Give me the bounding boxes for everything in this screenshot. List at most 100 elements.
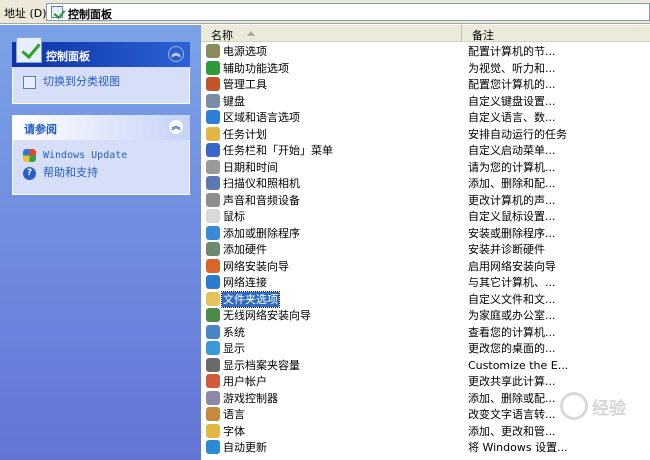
globe-icon: [206, 110, 220, 124]
list-item[interactable]: 电源选项 配置计算机的节...: [201, 43, 650, 60]
list-item[interactable]: 键盘 自定义键盘设置...: [201, 93, 650, 110]
item-comment: 将 Windows 设置...: [468, 441, 568, 454]
item-comment: 自定义鼠标设置...: [468, 210, 556, 223]
item-name: 扫描仪和照相机: [223, 177, 300, 190]
item-comment: 配置计算机的节...: [468, 45, 556, 58]
list-item[interactable]: 自动更新 将 Windows 设置...: [201, 439, 650, 456]
item-comment: 更改计算机的声...: [468, 193, 556, 207]
item-comment: 添加、删除和配...: [468, 177, 556, 190]
control-panel-body: 切换到分类视图: [12, 67, 190, 104]
fonts-icon: [206, 423, 220, 438]
item-name: 显示: [223, 342, 245, 355]
windows-update-link[interactable]: Windows Update: [21, 146, 181, 164]
control-panel-box: 控制面板 ︽ 切换到分类视图: [12, 37, 190, 104]
item-comment: 自定义键盘设置...: [468, 94, 556, 108]
folder-options-icon: [206, 291, 220, 306]
list-item[interactable]: 添加硬件 安装并诊断硬件: [201, 241, 650, 258]
watermark: 经验: [560, 388, 640, 428]
list-item[interactable]: 无线网络安装向导 为家庭或办公室...: [201, 307, 650, 324]
list-item[interactable]: 网络连接 与其它计算机、...: [201, 274, 650, 291]
list-item[interactable]: 任务计划 安排自动运行的任务: [201, 126, 650, 143]
admin-tools-icon: [206, 77, 220, 91]
column-name-label: 名称: [211, 29, 233, 42]
item-name: 用户帐户: [223, 375, 267, 388]
accessibility-icon: [206, 60, 220, 75]
windows-logo-icon: [23, 149, 36, 162]
list-item[interactable]: 管理工具 配置您计算机的...: [201, 76, 650, 93]
wireless-icon: [206, 308, 220, 322]
item-comment: 为家庭或办公室...: [468, 309, 556, 322]
item-comment: 启用网络安装向导: [468, 259, 556, 273]
item-name: 自动更新: [223, 441, 267, 454]
task-pane: 控制面板 ︽ 切换到分类视图 请参阅 ︽ Windows Update ? 帮助…: [0, 25, 201, 460]
help-and-support-label: 帮助和支持: [43, 166, 98, 179]
system-icon: [206, 324, 220, 339]
display-icon: [206, 341, 220, 355]
network-icon: [206, 275, 220, 289]
item-name: 字体: [223, 424, 245, 438]
item-comment: 更改您的桌面的...: [468, 342, 556, 355]
list-item[interactable]: 日期和时间 请为您的计算机...: [201, 159, 650, 176]
collapse-chevron-icon[interactable]: ︽: [168, 119, 184, 135]
watermark-text: 经验: [592, 399, 626, 419]
item-comment: 自定义启动菜单...: [468, 144, 556, 157]
see-also-header[interactable]: 请参阅 ︽: [12, 115, 190, 140]
item-comment: 安排自动运行的任务: [468, 127, 567, 141]
list-item[interactable]: 文件夹选项 自定义文件和文...: [201, 290, 650, 308]
item-name: 管理工具: [223, 78, 267, 91]
windows-update-label: Windows Update: [43, 150, 128, 161]
list-item[interactable]: 显示 更改您的桌面的...: [201, 340, 650, 357]
folder-size-icon: [206, 357, 220, 372]
item-comment: 查看您的计算机...: [468, 325, 556, 339]
collapse-chevron-icon[interactable]: ︽: [168, 46, 184, 62]
item-comment: 自定义语言、数...: [468, 111, 556, 124]
list-item[interactable]: 扫描仪和照相机 添加、删除和配...: [201, 175, 650, 192]
address-path: 控制面板: [68, 8, 112, 21]
item-name: 辅助功能选项: [223, 61, 289, 75]
control-panel-title: 控制面板: [46, 50, 90, 63]
help-and-support-link[interactable]: ? 帮助和支持: [21, 164, 181, 182]
item-name: 任务栏和「开始」菜单: [223, 144, 333, 157]
item-comment: 自定义文件和文...: [468, 292, 556, 306]
gamepad-icon: [206, 390, 220, 405]
mouse-icon: [206, 209, 220, 223]
control-panel-header[interactable]: 控制面板 ︽: [12, 37, 190, 67]
list-item[interactable]: 网络安装向导 启用网络安装向导: [201, 258, 650, 275]
switch-to-category-view-link[interactable]: 切换到分类视图: [21, 73, 181, 91]
list-item[interactable]: 系统 查看您的计算机...: [201, 324, 650, 341]
column-header-comment[interactable]: 备注: [462, 25, 650, 42]
watermark-logo-icon: [560, 392, 588, 420]
list-item[interactable]: 添加或删除程序 安装或删除程序...: [201, 225, 650, 242]
list-item[interactable]: 区域和语言选项 自定义语言、数...: [201, 109, 650, 126]
control-panel-icon: [16, 37, 42, 63]
item-name: 键盘: [223, 94, 245, 108]
item-name: 网络连接: [223, 276, 267, 289]
item-name: 显示档案夹容量: [223, 358, 300, 372]
item-name: 网络安装向导: [223, 259, 289, 273]
list-item[interactable]: 声音和音频设备 更改计算机的声...: [201, 192, 650, 209]
item-comment: Customize the E...: [468, 358, 569, 372]
list-item[interactable]: 辅助功能选项 为视觉、听力和...: [201, 60, 650, 77]
list-item[interactable]: 显示档案夹容量 Customize the E...: [201, 357, 650, 374]
help-icon: ?: [23, 167, 36, 180]
item-name: 鼠标: [223, 210, 245, 223]
windows-update-icon: [206, 440, 220, 454]
power-icon: [206, 44, 220, 58]
speaker-icon: [206, 192, 220, 207]
hardware-icon: [206, 242, 220, 256]
see-also-body: Windows Update ? 帮助和支持: [12, 140, 190, 195]
add-remove-icon: [206, 225, 220, 240]
item-comment: 安装或删除程序...: [468, 226, 556, 240]
item-name: 日期和时间: [223, 160, 278, 174]
switch-view-label: 切换到分类视图: [43, 75, 120, 88]
scanner-icon: [206, 176, 220, 190]
list-item[interactable]: 鼠标 自定义鼠标设置...: [201, 208, 650, 225]
scheduled-tasks-icon: [206, 126, 220, 141]
item-comment: 安装并诊断硬件: [468, 243, 545, 256]
taskbar-icon: [206, 143, 220, 157]
item-comment: 更改共享此计算...: [468, 375, 556, 388]
column-header-name[interactable]: 名称: [201, 25, 462, 42]
address-field[interactable]: 控制面板: [46, 3, 650, 21]
list-item[interactable]: 任务栏和「开始」菜单 自定义启动菜单...: [201, 142, 650, 159]
clock-icon: [206, 159, 220, 174]
